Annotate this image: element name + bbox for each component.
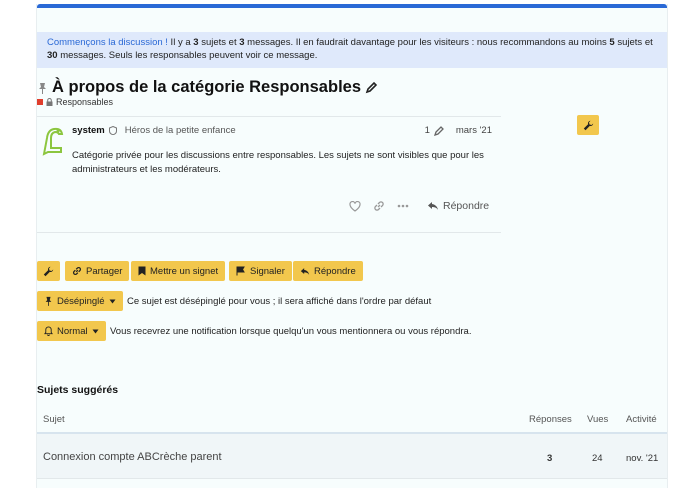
admin-notice: Commençons la discussion ! Il y a 3 suje…	[37, 32, 667, 68]
topic-title-row: À propos de la catégorie Responsables	[37, 78, 378, 97]
caret-down-icon	[109, 299, 116, 303]
topic-views-count: 24	[592, 453, 603, 464]
post-username[interactable]: system	[72, 125, 105, 136]
more-options-icon[interactable]	[397, 204, 409, 208]
topic-title-link[interactable]: Connexion compte ABCrèche parent	[43, 451, 222, 463]
copy-link-icon[interactable]	[373, 200, 385, 212]
category-badge[interactable]: Responsables	[37, 97, 113, 107]
category-color-square	[37, 99, 43, 105]
page-title: À propos de la catégorie Responsables	[52, 78, 362, 96]
reply-button[interactable]: Répondre	[293, 261, 363, 281]
top-accent-bar	[37, 4, 667, 8]
post-meta-right: 1 mars '21	[425, 125, 492, 136]
suggested-topics-heading: Sujets suggérés	[37, 384, 119, 396]
post-date[interactable]: mars '21	[456, 125, 492, 136]
post-actions: Répondre	[349, 200, 499, 212]
reply-arrow-icon	[428, 202, 438, 210]
bookmark-icon	[138, 266, 146, 276]
edit-count[interactable]: 1	[425, 125, 430, 136]
post-meta: system Héros de la petite enfance 1 mars…	[72, 125, 492, 136]
bookmark-button[interactable]: Mettre un signet	[131, 261, 226, 281]
pin-status-dropdown[interactable]: Désépinglé	[37, 291, 123, 311]
column-header-activity[interactable]: Activité	[626, 414, 657, 425]
post-reply-button[interactable]: Répondre	[427, 200, 489, 212]
link-icon	[73, 267, 81, 275]
post-user-title: Héros de la petite enfance	[124, 125, 236, 136]
post-body: Catégorie privée pour les discussions en…	[72, 150, 484, 175]
column-header-topic: Sujet	[43, 414, 65, 425]
flag-button[interactable]: Signaler	[229, 261, 292, 281]
topic-admin-wrench-button[interactable]	[37, 261, 60, 281]
category-name: Responsables	[56, 97, 114, 107]
wrench-icon	[583, 120, 593, 130]
edit-title-pencil-icon[interactable]	[365, 81, 378, 94]
main-frame: Commençons la discussion ! Il y a 3 suje…	[36, 4, 668, 488]
notification-level-dropdown[interactable]: Normal	[37, 321, 106, 341]
reply-arrow-icon	[300, 267, 310, 275]
share-button[interactable]: Partager	[65, 261, 130, 281]
admin-wrench-button[interactable]	[577, 115, 599, 135]
lock-icon	[46, 98, 53, 106]
pin-icon	[37, 82, 48, 94]
avatar[interactable]	[39, 124, 67, 156]
notification-description: Vous recevrez une notification lorsque q…	[110, 326, 472, 337]
wrench-icon	[43, 266, 54, 276]
post-divider-bottom	[37, 232, 501, 233]
topic-replies-count: 3	[547, 453, 553, 464]
flag-icon	[236, 266, 245, 276]
post-divider-top	[37, 116, 501, 117]
bell-icon	[44, 326, 53, 336]
pin-icon	[45, 296, 52, 306]
like-heart-icon[interactable]	[349, 200, 361, 212]
table-row-divider	[37, 478, 667, 479]
pin-status-description: Ce sujet est désépinglé pour vous ; il s…	[127, 296, 432, 307]
column-header-views[interactable]: Vues	[587, 414, 608, 425]
column-header-replies[interactable]: Réponses	[529, 414, 572, 425]
start-discussion-link[interactable]: Commençons la discussion !	[47, 37, 168, 48]
caret-down-icon	[92, 329, 99, 333]
shield-icon	[108, 126, 117, 135]
topic-activity[interactable]: nov. '21	[626, 453, 658, 464]
edit-history-pencil-icon[interactable]	[433, 125, 444, 136]
